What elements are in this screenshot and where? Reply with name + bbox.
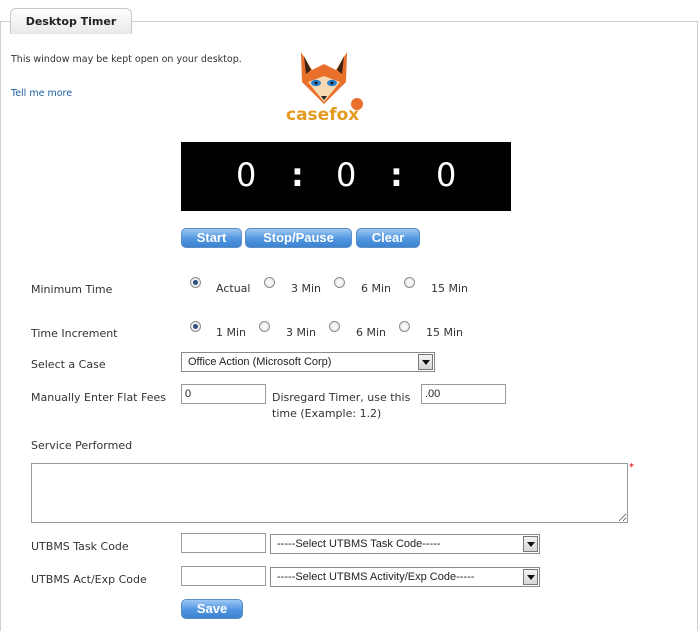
min-time-option-actual: Actual: [216, 282, 251, 295]
time-increment-label: Time Increment: [31, 327, 118, 340]
min-time-radio-6[interactable]: [334, 277, 345, 288]
case-select[interactable]: Office Action (Microsoft Corp): [181, 352, 435, 372]
utbms-act-select[interactable]: -----Select UTBMS Activity/Exp Code-----: [270, 567, 540, 587]
panel-tab-title: Desktop Timer: [10, 8, 132, 34]
min-time-radio-15[interactable]: [404, 277, 415, 288]
case-select-value: Office Action (Microsoft Corp): [188, 356, 332, 368]
start-button[interactable]: Start: [181, 228, 242, 248]
logo-wordmark: casefox: [286, 105, 359, 125]
flat-fees-label: Manually Enter Flat Fees: [31, 391, 166, 404]
increment-option-15: 15 Min: [426, 326, 464, 339]
min-time-option-6: 6 Min: [361, 282, 392, 295]
stop-pause-button[interactable]: Stop/Pause: [245, 228, 352, 248]
flat-fees-input[interactable]: [181, 384, 266, 404]
minimum-time-label: Minimum Time: [31, 283, 113, 296]
increment-radio-6[interactable]: [329, 321, 340, 332]
utbms-task-select[interactable]: -----Select UTBMS Task Code-----: [270, 534, 540, 554]
utbms-act-label: UTBMS Act/Exp Code: [31, 573, 147, 586]
utbms-task-code-input[interactable]: [181, 533, 266, 553]
disregard-timer-label-line2: time (Example: 1.2): [272, 407, 382, 420]
utbms-task-label: UTBMS Task Code: [31, 540, 129, 553]
increment-radio-1[interactable]: [190, 321, 201, 332]
min-time-radio-actual[interactable]: [190, 277, 201, 288]
tell-me-more-link[interactable]: Tell me more: [11, 88, 72, 99]
min-time-radio-3[interactable]: [264, 277, 275, 288]
manual-time-input[interactable]: [421, 384, 506, 404]
chevron-down-icon[interactable]: [418, 354, 433, 370]
increment-radio-3[interactable]: [259, 321, 270, 332]
min-time-option-3: 3 Min: [291, 282, 322, 295]
timer-hours: 0: [236, 156, 257, 194]
timer-separator-1: :: [291, 156, 304, 194]
intro-text: This window may be kept open on your des…: [11, 54, 242, 65]
chevron-down-icon[interactable]: [523, 536, 538, 552]
service-performed-label: Service Performed: [31, 439, 133, 452]
increment-option-3: 3 Min: [286, 326, 317, 339]
service-performed-textarea[interactable]: [31, 463, 628, 523]
timer-display: 0 : 0 : 0: [181, 142, 511, 211]
select-case-label: Select a Case: [31, 358, 106, 371]
clear-button[interactable]: Clear: [356, 228, 420, 248]
save-button[interactable]: Save: [181, 599, 243, 619]
utbms-act-select-value: -----Select UTBMS Activity/Exp Code-----: [277, 571, 475, 583]
timer-separator-2: :: [390, 156, 403, 194]
increment-option-1: 1 Min: [216, 326, 247, 339]
timer-seconds: 0: [436, 156, 457, 194]
utbms-task-select-value: -----Select UTBMS Task Code-----: [277, 538, 441, 550]
casefox-logo: casefox: [284, 46, 365, 126]
timer-minutes: 0: [336, 156, 357, 194]
increment-option-6: 6 Min: [356, 326, 387, 339]
increment-radio-15[interactable]: [399, 321, 410, 332]
disregard-timer-label-line1: Disregard Timer, use this: [272, 391, 411, 404]
required-marker: *: [629, 462, 634, 473]
min-time-option-15: 15 Min: [431, 282, 469, 295]
utbms-act-code-input[interactable]: [181, 566, 266, 586]
chevron-down-icon[interactable]: [523, 569, 538, 585]
